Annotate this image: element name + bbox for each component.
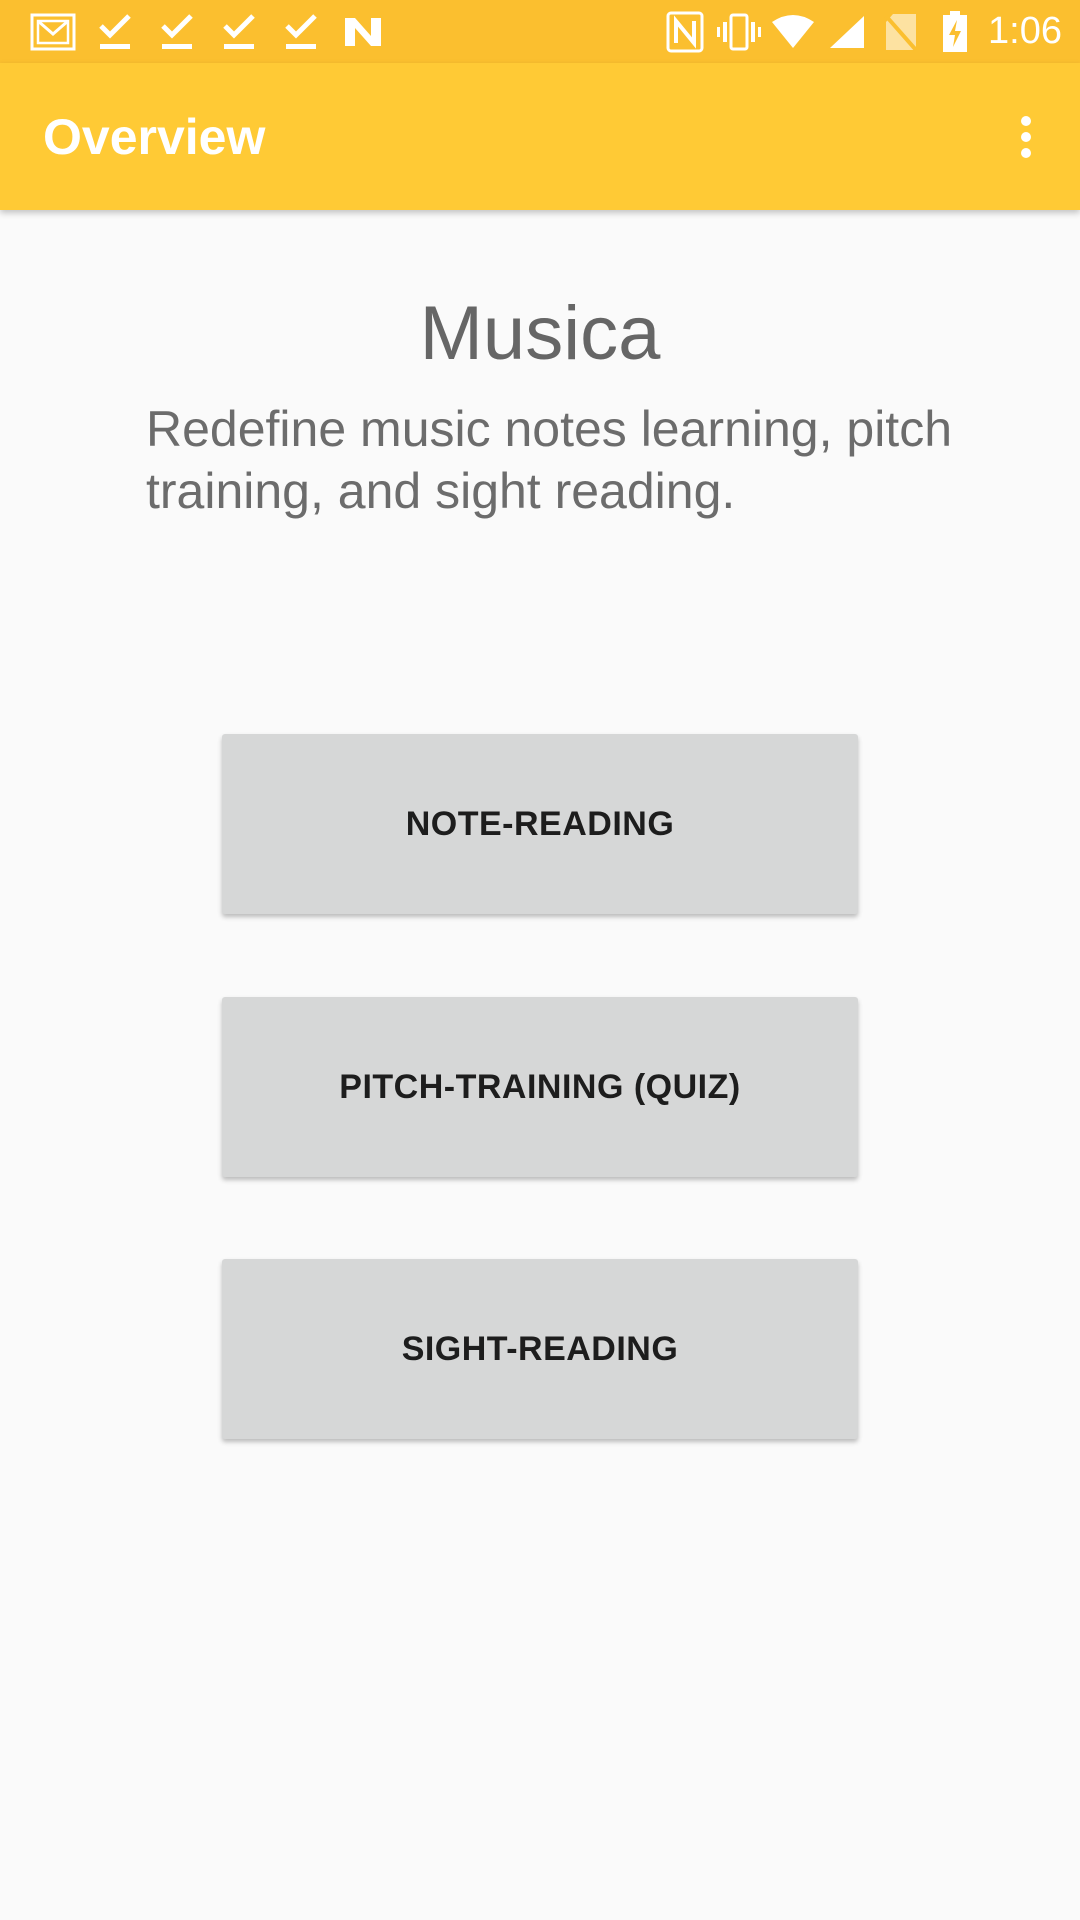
app-bar: Overview xyxy=(0,63,1080,210)
pitch-training-quiz-button[interactable]: PITCH-TRAINING (QUIZ) xyxy=(222,997,858,1177)
download-done-icon xyxy=(270,8,332,56)
download-done-icon xyxy=(146,8,208,56)
sight-reading-button[interactable]: SIGHT-READING xyxy=(222,1259,858,1439)
n-app-icon xyxy=(332,8,394,56)
vibrate-icon xyxy=(712,8,766,56)
page-title: Overview xyxy=(43,108,266,165)
system-icons: 1:06 xyxy=(658,0,1062,63)
gmail-icon xyxy=(22,8,84,56)
download-done-icon xyxy=(208,8,270,56)
wifi-icon xyxy=(766,8,820,56)
more-options-button[interactable] xyxy=(996,97,1056,177)
main-content: Musica Redefine music notes learning, pi… xyxy=(0,210,1080,1920)
download-done-icon xyxy=(84,8,146,56)
more-vert-icon xyxy=(1021,115,1031,158)
app-tagline: Redefine music notes learning, pitch tra… xyxy=(146,401,953,519)
battery-charging-icon xyxy=(928,8,982,56)
nfc-icon xyxy=(658,8,712,56)
no-sim-icon xyxy=(874,8,928,56)
notification-icons xyxy=(22,0,394,63)
status-time: 1:06 xyxy=(988,10,1062,52)
cell-signal-icon xyxy=(820,8,874,56)
app-name: Musica xyxy=(419,291,661,376)
status-bar: 1:06 xyxy=(0,0,1080,63)
note-reading-button[interactable]: NOTE-READING xyxy=(222,734,858,914)
